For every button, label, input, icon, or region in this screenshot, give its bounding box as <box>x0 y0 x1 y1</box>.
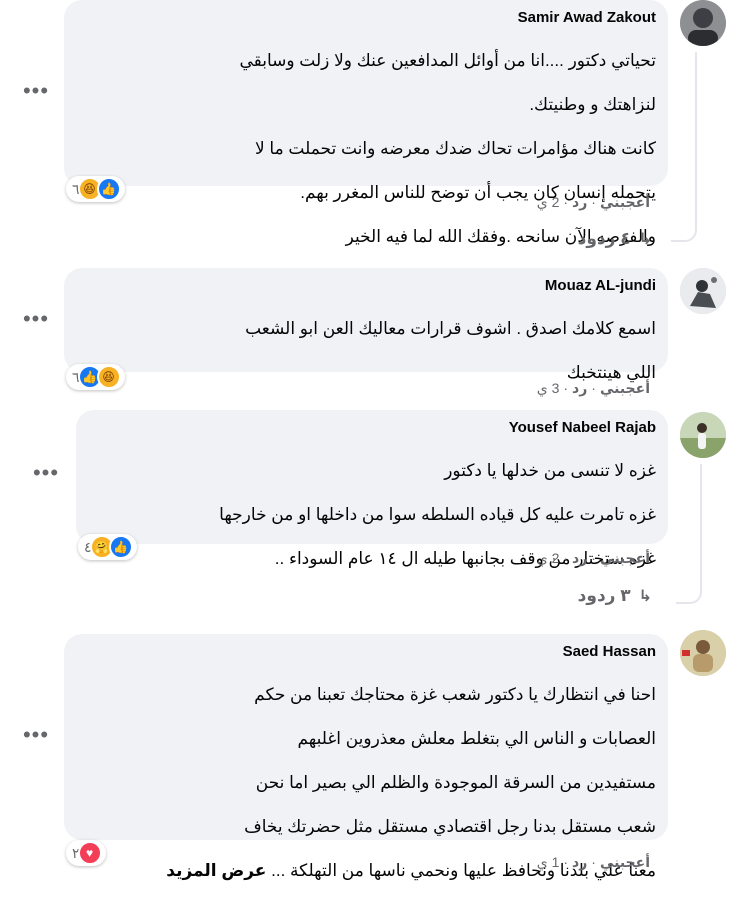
avatar[interactable] <box>680 0 726 46</box>
reactions-summary[interactable]: ٤ 🤗 👍 <box>78 534 137 560</box>
comment-author[interactable]: Saed Hassan <box>76 642 656 662</box>
comment-actions: أعجبني·رد·3 ي <box>536 380 650 396</box>
like-icon: 👍 <box>96 177 121 201</box>
like-link[interactable]: أعجبني <box>600 854 650 870</box>
comment-line: والفرصه الآن سانحه .وفقك الله لما فيه ال… <box>345 227 656 246</box>
comment-yousef: Yousef Nabeel Rajab غزه لا تنسى من خدلها… <box>0 408 752 618</box>
comment-line: احنا في انتظارك يا دكتور شعب غزة محتاجك … <box>254 685 656 704</box>
comment-line: لنزاهتك و وطنيتك. <box>529 95 656 114</box>
comment-line: كانت هناك مؤامرات تحاك ضدك معرضه وانت تح… <box>254 139 656 158</box>
replies-count: ٣ ردود <box>577 586 631 605</box>
thread-line <box>676 588 702 604</box>
timestamp[interactable]: 1 ي <box>537 854 560 870</box>
comment-line: غزه تامرت عليه كل قياده السلطه سوا من دا… <box>219 505 656 524</box>
replies-count: ٤ ردود <box>577 229 631 248</box>
timestamp[interactable]: 3 ي <box>537 380 560 396</box>
comment-line: شعب مستقل بدنا رجل اقتصادي مستقل مثل حضر… <box>244 817 656 836</box>
comment-saed: Saed Hassan احنا في انتظارك يا دكتور شعب… <box>0 626 752 880</box>
comment-bubble: Samir Awad Zakout تحياتي دكتور ....انا م… <box>64 0 668 246</box>
thread-line <box>683 52 697 222</box>
like-link[interactable]: أعجبني <box>600 194 650 210</box>
more-options-button[interactable]: ••• <box>22 80 50 106</box>
avatar[interactable] <box>680 630 726 676</box>
more-options-button[interactable]: ••• <box>22 724 50 750</box>
reactions-summary[interactable]: ٢ ♥ <box>66 840 106 866</box>
thread-line <box>671 222 697 242</box>
avatar[interactable] <box>680 268 726 314</box>
comment-author[interactable]: Samir Awad Zakout <box>76 8 656 28</box>
timestamp[interactable]: 2 ي <box>537 194 560 210</box>
comment-samir: Samir Awad Zakout تحياتي دكتور ....انا م… <box>0 0 752 260</box>
reply-link[interactable]: رد <box>572 380 587 396</box>
like-link[interactable]: أعجبني <box>600 380 650 396</box>
comment-line: مستفيدين من السرقة الموجودة والظلم الي ب… <box>255 773 656 792</box>
comment-bubble: Mouaz AL-jundi اسمع كلامك اصدق . اشوف قر… <box>64 268 668 382</box>
reply-arrow-icon: ↳ <box>638 588 652 605</box>
comment-author[interactable]: Mouaz AL-jundi <box>76 276 656 296</box>
comment-actions: أعجبني·رد·2 ي <box>536 194 650 210</box>
comment-text: غزه لا تنسى من خدلها يا دكتور غزه تامرت … <box>88 438 656 592</box>
comment-bubble: Yousef Nabeel Rajab غزه لا تنسى من خدلها… <box>76 410 668 568</box>
love-icon: ♥ <box>77 841 102 865</box>
more-options-button[interactable]: ••• <box>22 308 50 334</box>
haha-icon: 😆 <box>96 365 121 389</box>
see-more-link[interactable]: عرض المزيد <box>166 861 266 880</box>
comment-line: غزه لا تنسى من خدلها يا دكتور <box>444 461 656 480</box>
reply-link[interactable]: رد <box>572 854 587 870</box>
reactions-summary[interactable]: ٦ 👍 😆 <box>66 364 125 390</box>
comment-line: العصابات و الناس الي بتغلط معلش معذروين … <box>297 729 656 748</box>
comment-mouaz: Mouaz AL-jundi اسمع كلامك اصدق . اشوف قر… <box>0 268 752 408</box>
comment-actions: أعجبني·رد·2 ي <box>536 550 650 566</box>
reply-arrow-icon: ↳ <box>638 231 652 248</box>
reactions-summary[interactable]: ٦ 😆 👍 <box>66 176 125 202</box>
thread-line <box>688 464 702 588</box>
comment-line: تحياتي دكتور ....انا من أوائل المدافعين … <box>239 51 656 70</box>
view-replies-link[interactable]: ↳ ٤ ردود <box>578 229 652 249</box>
reply-link[interactable]: رد <box>572 550 587 566</box>
timestamp[interactable]: 2 ي <box>537 550 560 566</box>
reply-link[interactable]: رد <box>572 194 587 210</box>
comment-actions: أعجبني·رد·1 ي <box>536 854 650 870</box>
more-options-button[interactable]: ••• <box>32 462 60 488</box>
view-replies-link[interactable]: ↳ ٣ ردود <box>578 586 652 606</box>
like-icon: 👍 <box>108 535 133 559</box>
like-link[interactable]: أعجبني <box>600 550 650 566</box>
comment-bubble: Saed Hassan احنا في انتظارك يا دكتور شعب… <box>64 634 668 880</box>
avatar[interactable] <box>680 412 726 458</box>
comment-author[interactable]: Yousef Nabeel Rajab <box>88 418 656 438</box>
comment-line: اسمع كلامك اصدق . اشوف قرارات معاليك الع… <box>245 319 656 338</box>
comment-text: تحياتي دكتور ....انا من أوائل المدافعين … <box>76 28 656 270</box>
